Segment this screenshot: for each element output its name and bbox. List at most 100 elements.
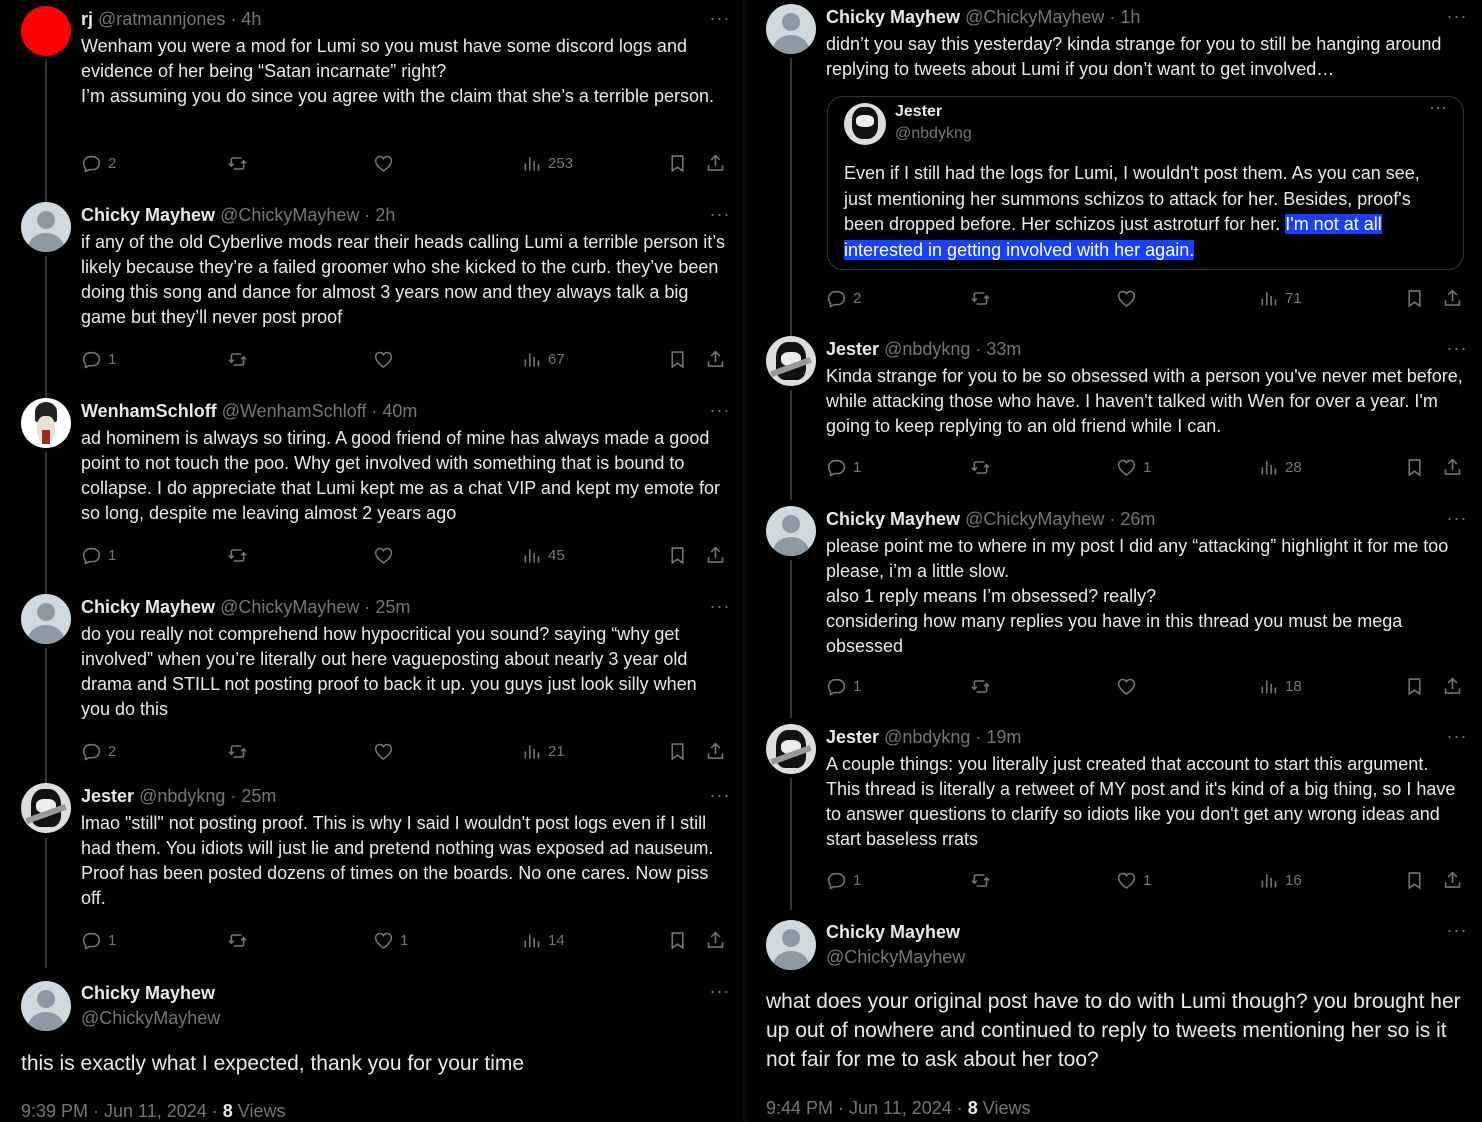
share-button[interactable]: [705, 739, 726, 763]
bookmark-button[interactable]: [667, 928, 688, 952]
tweet-time[interactable]: 26m: [1120, 509, 1155, 529]
share-button[interactable]: [705, 151, 726, 175]
retweet-button[interactable]: [970, 286, 991, 310]
views-button[interactable]: 28: [1258, 455, 1302, 479]
reply-button[interactable]: 2: [826, 286, 861, 310]
bookmark-button[interactable]: [667, 739, 688, 763]
author-name[interactable]: Jester: [826, 727, 879, 747]
like-button[interactable]: [1116, 674, 1143, 698]
more-options-icon[interactable]: ···: [709, 785, 731, 806]
author-name[interactable]: Jester: [81, 786, 134, 806]
bookmark-button[interactable]: [1404, 868, 1425, 892]
reply-button[interactable]: 1: [826, 868, 861, 892]
reply-button[interactable]: 2: [81, 739, 116, 763]
bookmark-button[interactable]: [1404, 674, 1425, 698]
tweet-time[interactable]: 25m: [241, 786, 276, 806]
author-name[interactable]: Chicky Mayhew: [826, 509, 960, 529]
author-handle[interactable]: @nbdykng: [884, 339, 970, 359]
tweet-time[interactable]: 2h: [375, 205, 395, 225]
avatar[interactable]: [21, 202, 71, 252]
retweet-button[interactable]: [227, 543, 248, 567]
more-options-icon[interactable]: ···: [709, 8, 731, 29]
share-button[interactable]: [1442, 868, 1463, 892]
avatar[interactable]: [21, 783, 71, 833]
author-handle[interactable]: @WenhamSchloff: [222, 401, 367, 421]
author-name[interactable]: Chicky Mayhew: [81, 205, 215, 225]
reply-button[interactable]: 1: [826, 674, 861, 698]
retweet-button[interactable]: [227, 739, 248, 763]
avatar[interactable]: [21, 594, 71, 644]
author-handle[interactable]: @ChickyMayhew: [220, 597, 359, 617]
author-handle[interactable]: @nbdykng: [884, 727, 970, 747]
bookmark-button[interactable]: [1404, 286, 1425, 310]
like-button[interactable]: [373, 543, 400, 567]
more-options-icon[interactable]: ···: [709, 204, 731, 225]
share-button[interactable]: [705, 347, 726, 371]
author-handle[interactable]: @ChickyMayhew: [965, 509, 1104, 529]
bookmark-button[interactable]: [667, 151, 688, 175]
avatar[interactable]: [21, 398, 71, 448]
author-handle[interactable]: @ChickyMayhew: [965, 7, 1104, 27]
retweet-button[interactable]: [970, 868, 991, 892]
author-handle[interactable]: @ratmannjones: [98, 9, 225, 29]
views-button[interactable]: 16: [1258, 868, 1302, 892]
tweet-time[interactable]: 40m: [382, 401, 417, 421]
views-button[interactable]: 45: [521, 543, 565, 567]
quoted-tweet-card[interactable]: Jester @nbdykng ··· Even if I still had …: [827, 96, 1464, 270]
share-button[interactable]: [705, 543, 726, 567]
bookmark-button[interactable]: [1404, 455, 1425, 479]
like-button[interactable]: [373, 151, 400, 175]
like-button[interactable]: 1: [1116, 868, 1151, 892]
more-options-icon[interactable]: ···: [709, 981, 731, 1002]
avatar[interactable]: [766, 506, 816, 556]
reply-button[interactable]: 1: [826, 455, 861, 479]
author-name[interactable]: Chicky Mayhew: [826, 7, 960, 27]
views-button[interactable]: 14: [521, 928, 565, 952]
share-button[interactable]: [1442, 674, 1463, 698]
share-button[interactable]: [1442, 286, 1463, 310]
avatar[interactable]: [21, 981, 71, 1031]
author-handle[interactable]: @ChickyMayhew: [81, 1006, 220, 1031]
retweet-button[interactable]: [970, 674, 991, 698]
author-name[interactable]: Chicky Mayhew: [81, 981, 220, 1006]
more-options-icon[interactable]: ···: [709, 596, 731, 617]
reply-button[interactable]: 1: [81, 543, 116, 567]
like-button[interactable]: 1: [1116, 455, 1151, 479]
views-button[interactable]: 71: [1258, 286, 1302, 310]
author-name[interactable]: Jester: [826, 339, 879, 359]
views-button[interactable]: 21: [521, 739, 565, 763]
like-button[interactable]: [1116, 286, 1143, 310]
avatar[interactable]: [766, 336, 816, 386]
author-name[interactable]: Chicky Mayhew: [81, 597, 215, 617]
more-options-icon[interactable]: ···: [1446, 6, 1468, 27]
share-button[interactable]: [1442, 455, 1463, 479]
tweet-timestamp[interactable]: 9:44 PM · Jun 11, 2024 · 8 Views: [766, 1098, 1031, 1119]
avatar[interactable]: [766, 724, 816, 774]
avatar[interactable]: [766, 920, 816, 970]
author-handle[interactable]: @ChickyMayhew: [220, 205, 359, 225]
more-options-icon[interactable]: ···: [1446, 920, 1468, 941]
bookmark-button[interactable]: [667, 347, 688, 371]
like-button[interactable]: [373, 347, 400, 371]
bookmark-button[interactable]: [667, 543, 688, 567]
author-name[interactable]: WenhamSchloff: [81, 401, 217, 421]
tweet-time[interactable]: 19m: [986, 727, 1021, 747]
like-button[interactable]: 1: [373, 928, 408, 952]
tweet-time[interactable]: 33m: [986, 339, 1021, 359]
retweet-button[interactable]: [970, 455, 991, 479]
retweet-button[interactable]: [227, 928, 248, 952]
author-name[interactable]: rj: [81, 9, 93, 29]
retweet-button[interactable]: [227, 347, 248, 371]
more-options-icon[interactable]: ···: [1429, 97, 1447, 118]
reply-button[interactable]: 1: [81, 928, 116, 952]
more-options-icon[interactable]: ···: [709, 400, 731, 421]
avatar[interactable]: [21, 6, 71, 56]
author-handle[interactable]: @ChickyMayhew: [826, 945, 965, 970]
reply-button[interactable]: 1: [81, 347, 116, 371]
views-button[interactable]: 67: [521, 347, 565, 371]
avatar[interactable]: [766, 4, 816, 54]
reply-button[interactable]: 2: [81, 151, 116, 175]
tweet-time[interactable]: 1h: [1120, 7, 1140, 27]
author-name[interactable]: Chicky Mayhew: [826, 920, 965, 945]
views-button[interactable]: 253: [521, 151, 573, 175]
